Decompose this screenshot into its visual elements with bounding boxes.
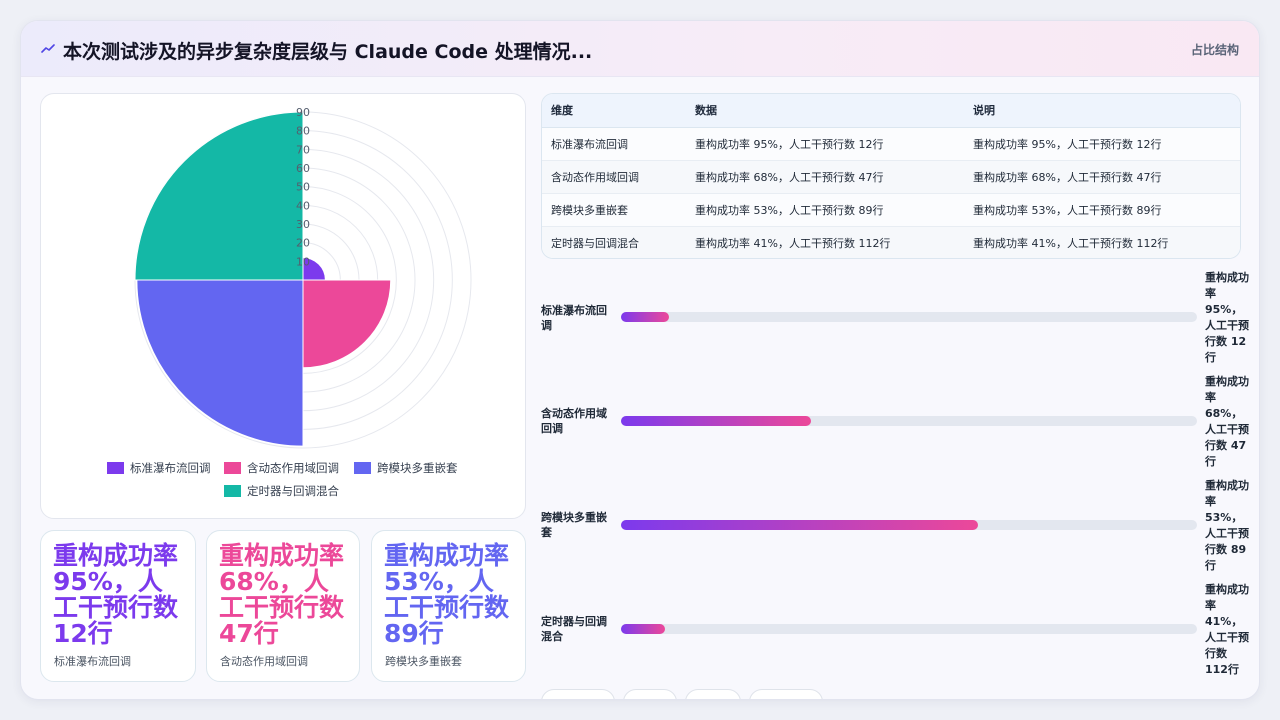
progress-row-4: 定时器与回调混合 重构成功率 41%，人工干预行数 112行 [541,583,1259,685]
table-cell: 重构成功率 95%，人工干预行数 12行 [964,127,1240,161]
progress-fill [621,520,979,530]
legend-label: 标准瀑布流回调 [130,461,211,475]
dashboard-card: 本次测试涉及的异步复杂度层级与 Claude Code 处理情况... 占比结构… [20,20,1260,700]
progress-row-2: 含动态作用域回调 重构成功率 68%，人工干预行数 47行 [541,375,1259,477]
progress-fill [621,312,669,322]
r-tick-label: 90 [296,106,310,119]
table-cell: 重构成功率 68%，人工干预行数 47行 [964,160,1240,194]
table-cell: 重构成功率 68%，人工干预行数 47行 [686,160,964,194]
table-cell: 跨模块多重嵌套 [542,193,686,227]
polar-chart-panel: 10 20 30 40 50 60 70 80 90 标准瀑布流回调 含动态作用域回调 跨模块多重嵌套… [40,93,526,519]
tab-pill[interactable] [623,689,677,699]
r-tick-label: 50 [296,181,310,194]
chart-type-label[interactable]: 占比结构 [1191,41,1239,58]
table-cell: 重构成功率 53%，人工干预行数 89行 [964,193,1240,227]
table-cell: 重构成功率 53%，人工干预行数 89行 [686,193,964,227]
kpi-card-3: 重构成功率 53%，人工干预行数 89行 跨模块多重嵌套 [371,530,526,682]
table-row: 定时器与回调混合 重构成功率 41%，人工干预行数 112行 重构成功率 41%… [542,226,1240,258]
progress-label: 标准瀑布流回调 [541,304,607,332]
legend-label: 定时器与回调混合 [247,484,339,498]
progress-label: 跨模块多重嵌套 [541,511,607,539]
r-tick-label: 10 [296,255,310,268]
legend-swatch [107,462,124,474]
table-cell: 定时器与回调混合 [542,226,686,258]
kpi-value: 重构成功率 53%，人工干预行数 89行 [384,541,510,648]
r-tick-label: 20 [296,237,310,250]
legend-swatch [224,462,241,474]
kpi-label: 含动态作用域回调 [220,655,308,668]
legend-swatch [354,462,371,474]
polar-sector [302,279,392,369]
table-cell: 标准瀑布流回调 [542,127,686,161]
progress-track [621,624,1197,634]
table-row: 标准瀑布流回调 重构成功率 95%，人工干预行数 12行 重构成功率 95%，人… [542,127,1240,161]
kpi-card-2: 重构成功率 68%，人工干预行数 47行 含动态作用域回调 [206,530,360,682]
tab-pill[interactable] [685,689,741,699]
progress-value: 重构成功率 41%，人工干预行数 112行 [1205,583,1249,676]
progress-value: 重构成功率 53%，人工干预行数 89行 [1205,479,1249,572]
r-tick-label: 70 [296,143,310,156]
progress-value: 重构成功率 68%，人工干预行数 47行 [1205,375,1249,468]
progress-fill [621,416,812,426]
progress-label: 含动态作用域回调 [541,407,607,435]
legend-label: 含动态作用域回调 [247,461,339,475]
table-header-row: 维度 数据 说明 [542,94,1240,128]
progress-track [621,520,1197,530]
r-tick-label: 60 [296,162,310,175]
card-header: 本次测试涉及的异步复杂度层级与 Claude Code 处理情况... 占比结构 [21,21,1259,77]
kpi-label: 标准瀑布流回调 [54,655,131,668]
progress-row-3: 跨模块多重嵌套 重构成功率 53%，人工干预行数 89行 [541,479,1259,581]
legend-swatch [224,485,241,497]
page-title: 本次测试涉及的异步复杂度层级与 Claude Code 处理情况... [63,41,593,63]
sparkline-icon [41,44,55,53]
polar-sector [134,111,304,281]
data-table: 维度 数据 说明 标准瀑布流回调 重构成功率 95%，人工干预行数 12行 重构… [541,93,1241,259]
polar-area-chart: 10 20 30 40 50 60 70 80 90 标准瀑布流回调 含动态作用域回调 跨模块多重嵌套… [107,106,472,498]
progress-track [621,312,1197,322]
table-header-cell: 数据 [686,94,964,128]
table-row: 跨模块多重嵌套 重构成功率 53%，人工干预行数 89行 重构成功率 53%，人… [542,193,1240,227]
tab-pill[interactable] [749,689,823,699]
table-row: 含动态作用域回调 重构成功率 68%，人工干预行数 47行 重构成功率 68%，… [542,160,1240,194]
r-tick-label: 80 [296,125,310,138]
kpi-label: 跨模块多重嵌套 [385,655,462,668]
progress-value: 重构成功率 95%，人工干预行数 12行 [1205,271,1249,364]
table-cell: 重构成功率 41%，人工干预行数 112行 [686,226,964,258]
progress-track [621,416,1197,426]
kpi-card-1: 重构成功率 95%，人工干预行数 12行 标准瀑布流回调 [40,530,196,682]
table-cell: 重构成功率 95%，人工干预行数 12行 [686,127,964,161]
kpi-value: 重构成功率 68%，人工干预行数 47行 [219,541,345,648]
table-cell: 含动态作用域回调 [542,160,686,194]
kpi-value: 重构成功率 95%，人工干预行数 12行 [53,541,179,648]
table-cell: 重构成功率 41%，人工干预行数 112行 [964,226,1240,258]
table-header-cell: 维度 [542,94,686,128]
progress-fill [621,624,665,634]
progress-row-1: 标准瀑布流回调 重构成功率 95%，人工干预行数 12行 [541,271,1259,373]
polar-sector [136,279,304,447]
table-header-cell: 说明 [964,94,1240,128]
progress-label: 定时器与回调混合 [541,615,607,643]
r-tick-label: 40 [296,199,310,212]
legend-label: 跨模块多重嵌套 [377,461,458,475]
tab-pill[interactable] [541,689,615,699]
r-tick-label: 30 [296,218,310,231]
